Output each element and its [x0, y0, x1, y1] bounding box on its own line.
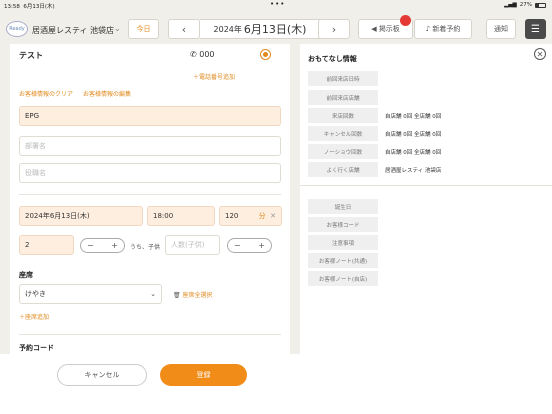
status-time: 13:58 6月13日(木)	[4, 4, 55, 10]
trash-icon: 🗑	[173, 292, 183, 299]
notice-button[interactable]: 通知	[486, 19, 516, 39]
customer-phone: ✆ 000	[190, 50, 215, 59]
megaphone-icon: ◀	[371, 25, 379, 33]
seat-section-title: 座席	[19, 271, 33, 279]
divider	[19, 194, 281, 195]
date-field[interactable]: 2024年6月13日(木)	[19, 206, 143, 226]
children-stepper[interactable]: − +	[227, 238, 272, 253]
position-field[interactable]: 役職名	[19, 163, 281, 183]
store-name[interactable]: 居酒屋レスティ 池袋店	[32, 25, 114, 36]
info-value: 自店舗 0回 全店舗 0回	[385, 132, 442, 138]
cancel-button[interactable]: キャンセル	[57, 364, 147, 386]
close-icon[interactable]: ✕	[534, 48, 546, 60]
hamburger-icon: ☰	[531, 23, 540, 35]
status-right: ▂▄▆ 27%	[504, 2, 546, 8]
info-label: キャンセル回数	[308, 126, 378, 141]
clear-customer-link[interactable]: お客様情報のクリア	[19, 91, 73, 98]
info-label: ノーショウ回数	[308, 144, 378, 159]
minus-icon[interactable]: −	[87, 241, 94, 250]
chevron-down-icon[interactable]: ⌄	[114, 24, 121, 33]
info-label: よく行く店舗	[308, 162, 378, 177]
register-button[interactable]: 登録	[160, 364, 247, 386]
info-value: 居酒屋レスティ 池袋店	[385, 168, 442, 174]
duration-field[interactable]: 120 分 ✕	[219, 206, 282, 226]
info-label: お客様コード	[308, 217, 378, 232]
menu-button[interactable]: ☰	[525, 19, 546, 39]
today-button[interactable]: 今日	[128, 19, 159, 39]
company-field[interactable]: EPG	[19, 106, 281, 126]
seat-value: けやき	[25, 290, 46, 298]
bell-icon: ♪	[425, 25, 433, 33]
seat-select-all-label: 座席全選択	[182, 292, 213, 299]
edit-customer-link[interactable]: お客様情報の編集	[83, 91, 131, 98]
multitask-dots[interactable]: •••	[270, 0, 285, 8]
info-value: 自店舗 0回 全店舗 0回	[385, 114, 442, 120]
battery-label: 27%	[519, 2, 532, 8]
hospitality-title: おもてなし情報	[308, 55, 357, 63]
app-logo: Ready	[6, 21, 28, 37]
info-label: お客様ノート(共通)	[308, 253, 378, 268]
info-label: お客様ノート(自店)	[308, 271, 378, 286]
seat-select[interactable]: けやき ⌄	[19, 284, 162, 304]
chevron-left-icon: ‹	[181, 22, 187, 36]
add-seat-link[interactable]: ＋座席追加	[19, 312, 49, 321]
board-label: 掲示板	[378, 25, 400, 33]
info-label: 前回来店店舗	[308, 90, 378, 105]
reservation-code-title: 予約コード	[19, 344, 54, 352]
department-field[interactable]: 部署名	[19, 136, 281, 156]
info-label: 誕生日	[308, 199, 378, 214]
hospitality-panel: おもてなし情報 ✕ 前回来店日時 前回来店店舗 来店回数 自店舗 0回 全店舗 …	[300, 44, 552, 414]
top-bar: Ready 居酒屋レスティ 池袋店 ⌄ 今日 ‹ 2024年 6月13日(木) …	[0, 12, 552, 46]
new-reservation-button[interactable]: ♪ 新着予約	[414, 19, 472, 39]
reservation-form: テスト ✆ 000 ＋電話番号追加 お客様情報のクリア お客様情報の編集 EPG…	[10, 44, 290, 354]
customer-links: お客様情報のクリア お客様情報の編集	[19, 89, 139, 98]
info-label: 前回来店日時	[308, 71, 378, 86]
date-day: 6月13日(木)	[243, 23, 307, 36]
people-field[interactable]: 2	[19, 235, 74, 255]
divider	[300, 185, 552, 186]
seat-select-all[interactable]: 🗑 座席全選択	[173, 290, 213, 299]
battery-icon	[535, 2, 546, 8]
time-field[interactable]: 18:00	[147, 206, 215, 226]
date-year: 2024年	[213, 24, 242, 34]
duration-unit: 分	[258, 212, 266, 220]
phone-icon: ✆	[190, 50, 200, 59]
duration-value: 120	[225, 212, 239, 220]
chevron-right-icon: ›	[331, 22, 337, 36]
form-footer: キャンセル 登録	[0, 354, 300, 414]
notification-badge	[400, 15, 411, 26]
chevron-down-icon: ⌄	[150, 290, 156, 298]
children-field[interactable]: 人数(子供)	[165, 235, 220, 255]
info-label: 来店回数	[308, 108, 378, 123]
date-display[interactable]: 2024年 6月13日(木)	[200, 19, 320, 39]
add-phone-link[interactable]: ＋電話番号追加	[193, 72, 235, 81]
divider	[19, 334, 281, 335]
plus-icon[interactable]: +	[111, 241, 118, 250]
info-value: 自店舗 0回 全店舗 0回	[385, 150, 442, 156]
new-reservation-label: 新着予約	[432, 25, 461, 33]
plus-icon[interactable]: +	[258, 241, 265, 250]
info-label: 注意事項	[308, 235, 378, 250]
signal-icon: ▂▄▆	[504, 2, 517, 8]
phone-number: 000	[199, 50, 215, 59]
next-date-button[interactable]: ›	[318, 19, 350, 39]
prev-date-button[interactable]: ‹	[168, 19, 200, 39]
customer-name: テスト	[19, 51, 43, 60]
phone-radio[interactable]	[260, 49, 271, 60]
close-icon[interactable]: ✕	[270, 212, 276, 220]
status-bar: 13:58 6月13日(木) ••• ▂▄▆ 27%	[0, 0, 552, 10]
people-stepper[interactable]: − +	[80, 238, 125, 253]
minus-icon[interactable]: −	[234, 241, 241, 250]
children-label: うち、子供	[130, 244, 161, 251]
